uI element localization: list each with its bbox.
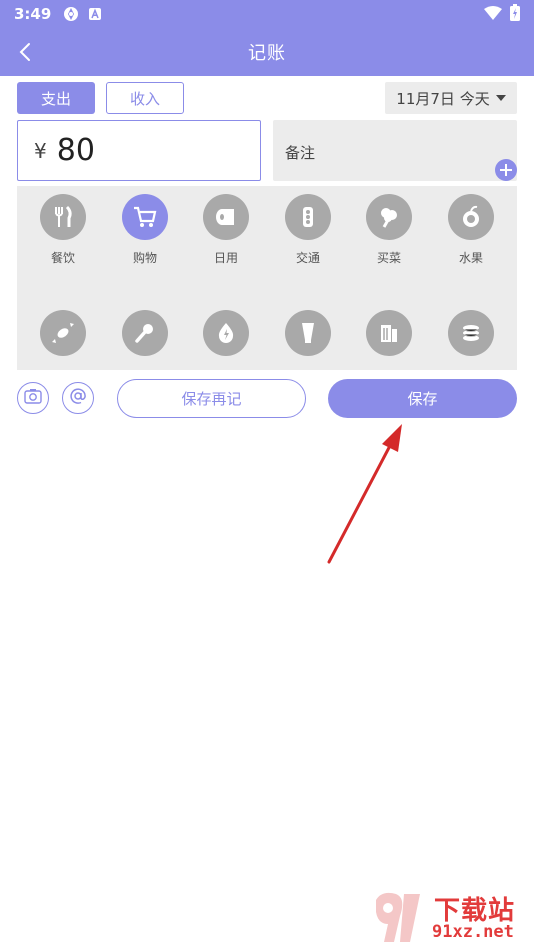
- add-note-icon[interactable]: [495, 159, 517, 181]
- microphone-icon: [122, 310, 168, 356]
- notification-a-icon: [89, 8, 102, 20]
- category-label: 日用: [213, 251, 238, 265]
- wifi-icon: [484, 5, 502, 24]
- tab-expense[interactable]: 支出: [17, 82, 95, 114]
- fruit-icon: [448, 194, 494, 240]
- category-shopping[interactable]: 购物: [110, 194, 180, 265]
- category-daily-use[interactable]: 日用: [191, 194, 261, 265]
- app-bar: 记账: [0, 28, 534, 76]
- camera-icon: [24, 388, 42, 408]
- traffic-light-icon: [285, 194, 331, 240]
- category-cosmetics[interactable]: [273, 310, 343, 379]
- amount-value: 80: [56, 133, 95, 168]
- camera-button[interactable]: [17, 382, 49, 414]
- category-fruit[interactable]: 水果: [436, 194, 506, 265]
- sync-icon: [63, 6, 79, 22]
- chevron-left-icon[interactable]: [14, 40, 38, 64]
- coins-icon: [448, 310, 494, 356]
- category-housing[interactable]: [354, 310, 424, 379]
- cart-icon: [122, 194, 168, 240]
- category-label: 买菜: [376, 251, 401, 265]
- note-placeholder: 备注: [285, 144, 316, 162]
- category-label: 餐饮: [50, 251, 75, 265]
- candy-icon: [40, 310, 86, 356]
- currency-symbol: ¥: [34, 138, 47, 163]
- tab-income[interactable]: 收入: [106, 82, 184, 114]
- utensils-icon: [40, 194, 86, 240]
- category-utilities[interactable]: [191, 310, 261, 379]
- caret-down-icon: [495, 95, 506, 101]
- tube-icon: [285, 310, 331, 356]
- category-groceries[interactable]: 买菜: [354, 194, 424, 265]
- watermark-url: 91xz.net: [432, 922, 514, 942]
- at-icon: [69, 387, 87, 409]
- battery-icon: [510, 3, 520, 25]
- category-panel: 餐饮 购物 日用 交通 买菜 水果: [17, 186, 517, 370]
- water-drop-icon: [203, 310, 249, 356]
- category-label: 购物: [132, 251, 157, 265]
- category-finance[interactable]: [436, 310, 506, 379]
- category-label: 交通: [295, 251, 320, 265]
- tissue-roll-icon: [203, 194, 249, 240]
- category-label: 水果: [458, 251, 483, 265]
- page-title: 记账: [248, 43, 286, 64]
- watermark-logo: [376, 892, 420, 942]
- mention-button[interactable]: [62, 382, 94, 414]
- date-dropdown[interactable]: 11月7日 今天: [385, 82, 517, 114]
- status-bar: 3:49: [0, 0, 534, 28]
- save-button[interactable]: 保存: [328, 379, 517, 418]
- category-karaoke[interactable]: [110, 310, 180, 379]
- building-icon: [366, 310, 412, 356]
- category-dining[interactable]: 餐饮: [28, 194, 98, 265]
- category-transport[interactable]: 交通: [273, 194, 343, 265]
- watermark: 下载站 91xz.net: [372, 888, 532, 948]
- vegetable-icon: [366, 194, 412, 240]
- category-candy[interactable]: [28, 310, 98, 379]
- amount-input[interactable]: ¥ 80: [17, 120, 261, 181]
- status-time: 3:49: [14, 5, 52, 23]
- note-input[interactable]: 备注: [273, 120, 517, 181]
- save-and-continue-button[interactable]: 保存再记: [117, 379, 306, 418]
- date-label: 11月7日 今天: [396, 89, 490, 108]
